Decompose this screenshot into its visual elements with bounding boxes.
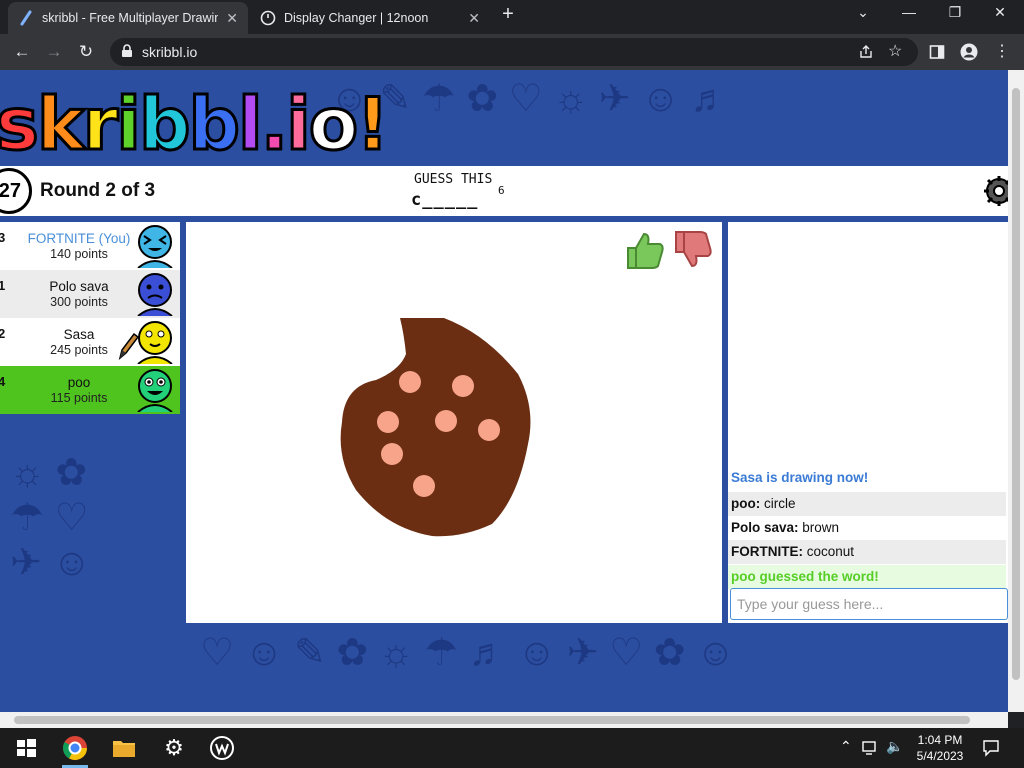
thumbs-up-icon[interactable]: [624, 228, 668, 272]
back-icon[interactable]: ←: [10, 40, 34, 64]
vertical-scrollbar[interactable]: [1008, 70, 1024, 712]
player-avatar: [137, 273, 173, 316]
chat-panel: Sasa is drawing now! poo: circle Polo sa…: [728, 222, 1008, 623]
horizontal-scrollbar[interactable]: [0, 712, 1008, 728]
chat-text: brown: [798, 520, 840, 535]
player-avatar: [137, 225, 173, 268]
network-icon[interactable]: [862, 740, 880, 756]
tab-search-icon[interactable]: ⌄: [849, 4, 877, 21]
chat-text: coconut: [803, 544, 855, 559]
thumbs-down-icon[interactable]: [672, 228, 716, 272]
new-tab-icon[interactable]: +: [494, 3, 522, 26]
doodle-background: ☺ ✎ ☂ ✿ ♡ ☼ ✈ ☺ ♬: [330, 78, 729, 120]
chat-sender: FORTNITE:: [731, 544, 803, 559]
restore-icon[interactable]: ❐: [941, 4, 969, 21]
system-clock[interactable]: 1:04 PM 5/4/2023: [914, 732, 966, 764]
player-row[interactable]: 4 poo 115 points: [0, 366, 180, 414]
lock-icon: [122, 44, 132, 57]
bookmark-star-icon[interactable]: ☆: [888, 41, 902, 61]
skribbl-logo: s k r i b b l. i o!: [0, 81, 391, 168]
player-row[interactable]: 3 FORTNITE (You) 140 points: [0, 222, 180, 270]
player-row[interactable]: 1 Polo sava 300 points: [0, 270, 180, 318]
skribbl-favicon-icon: [20, 10, 32, 26]
clock-favicon-icon: [260, 10, 276, 26]
chat-text: circle: [760, 496, 796, 511]
notifications-icon[interactable]: [982, 739, 1000, 757]
show-hidden-icons-icon[interactable]: ⌃: [840, 738, 852, 755]
round-indicator: Round 2 of 3: [40, 180, 156, 201]
player-list: 3 FORTNITE (You) 140 points 1 Polo sava …: [0, 222, 180, 414]
game-header: 27 Round 2 of 3 GUESS THIS c_____ 6: [0, 166, 1008, 216]
scroll-thumb[interactable]: [1012, 88, 1020, 680]
word-length: 6: [498, 184, 505, 197]
browser-tab-bar: skribbl - Free Multiplayer Drawing ✕ Dis…: [0, 0, 1024, 34]
browser-toolbar: ← → ↻ skribbl.io ☆ ⋮: [0, 34, 1024, 70]
chat-sender: poo:: [731, 496, 761, 511]
side-panel-icon[interactable]: [929, 44, 945, 60]
url-text: skribbl.io: [142, 44, 198, 60]
close-tab-icon[interactable]: ✕: [468, 10, 480, 27]
reload-icon[interactable]: ↻: [74, 40, 98, 64]
address-bar[interactable]: skribbl.io ☆: [110, 38, 918, 66]
chat-message: Polo sava: brown: [728, 516, 1006, 540]
chat-message: FORTNITE: coconut: [728, 540, 1006, 564]
cookie-drawing: [340, 318, 531, 537]
player-avatar: [137, 321, 173, 364]
chat-message: poo: circle: [728, 492, 1006, 516]
minimize-icon[interactable]: —: [895, 4, 923, 20]
forward-icon[interactable]: →: [42, 40, 66, 64]
scroll-thumb[interactable]: [14, 716, 970, 724]
clock-date: 5/4/2023: [916, 749, 964, 763]
chat-message: Sasa is drawing now!: [731, 470, 869, 485]
share-icon[interactable]: [858, 44, 874, 60]
doodle-background: ☼ ✿ ☂ ♡ ✈ ☺: [10, 452, 92, 584]
menu-kebab-icon[interactable]: ⋮: [990, 40, 1014, 64]
skribbl-page: ☺ ✎ ☂ ✿ ♡ ☼ ✈ ☺ ♬ ☼ ✿ ☂ ♡ ✈ ☺ ♡ ☺ ✎ ✿ ☼ ☂ …: [0, 70, 1008, 712]
tab-title: skribbl - Free Multiplayer Drawing: [42, 11, 218, 25]
doodle-background: ♡ ☺ ✎ ✿ ☼ ☂ ♬ ☺ ✈ ♡ ✿ ☺: [200, 632, 735, 674]
volume-icon[interactable]: 🔈: [886, 738, 903, 755]
chat-message: poo guessed the word!: [728, 565, 1006, 589]
tab-skribbl[interactable]: skribbl - Free Multiplayer Drawing ✕: [8, 2, 248, 34]
file-explorer-icon[interactable]: [110, 734, 138, 762]
close-tab-icon[interactable]: ✕: [226, 10, 238, 27]
round-timer: 27: [0, 168, 32, 214]
tab-display-changer[interactable]: Display Changer | 12noon ✕: [250, 2, 490, 34]
settings-gear-taskbar-icon[interactable]: ⚙: [160, 734, 188, 762]
drawing-canvas[interactable]: [186, 222, 722, 623]
clock-time: 1:04 PM: [917, 733, 963, 747]
guess-input[interactable]: [730, 588, 1008, 620]
word-hint: c_____: [411, 190, 479, 210]
chat-sender: Polo sava:: [731, 520, 799, 535]
wacom-app-icon[interactable]: [208, 734, 236, 762]
chrome-icon[interactable]: [61, 734, 89, 762]
settings-gear-icon[interactable]: [982, 174, 1008, 208]
player-avatar: [137, 369, 173, 412]
windows-start-icon[interactable]: [12, 734, 40, 762]
tab-title: Display Changer | 12noon: [284, 11, 429, 25]
player-row[interactable]: 2 Sasa 245 points: [0, 318, 180, 366]
close-window-icon[interactable]: ✕: [986, 4, 1014, 21]
windows-taskbar: ⚙ ⌃ 🔈 1:04 PM 5/4/2023: [0, 728, 1024, 768]
guess-this-label: GUESS THIS: [414, 172, 493, 187]
profile-icon[interactable]: [960, 43, 978, 61]
